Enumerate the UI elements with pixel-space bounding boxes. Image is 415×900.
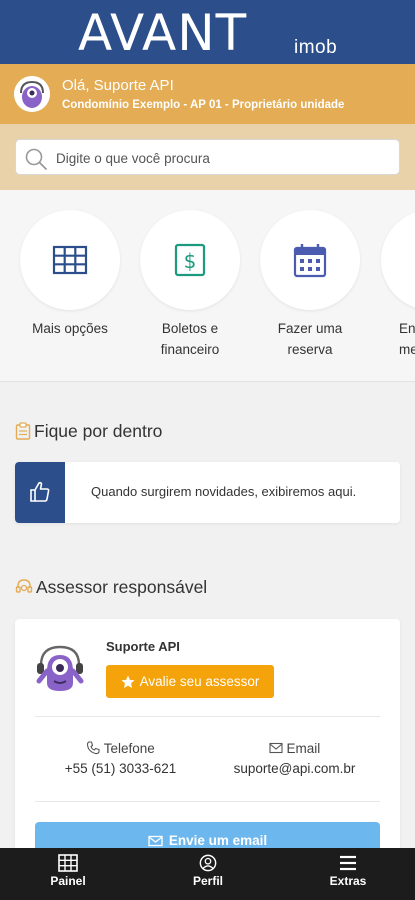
nav-label: Extras [329,874,367,888]
envelope-icon [269,742,283,754]
logo-brand: AVANT [78,4,248,62]
rate-advisor-button[interactable]: Avalie seu assessor [106,665,274,698]
advisor-email[interactable]: Email suporte@api.com.br [207,739,382,779]
search-area [0,124,415,190]
email-label-row: Email [207,739,382,759]
news-title-text: Fique por dentro [34,421,163,441]
divider [35,716,380,717]
phone-label-row: Telefone [33,739,208,759]
phone-icon [87,741,100,755]
shortcut-reservation[interactable]: Fazer uma reserva [260,210,360,360]
headset-icon [15,579,33,593]
user-unit-details: Condomínio Exemplo - AP 01 - Proprietári… [62,99,345,111]
shortcut-label: En me [399,321,415,357]
news-card: Quando surgirem novidades, exibiremos aq… [15,462,400,523]
advisor-avatar [36,645,84,691]
news-section-title: Fique por dentro [15,421,162,442]
star-icon [121,675,135,688]
calendar-icon [293,244,327,278]
shortcut-more[interactable]: En me [381,210,415,360]
news-card-side [15,462,65,523]
user-greeting: Olá, Suporte API [62,77,174,94]
search-icon [25,148,47,170]
bottom-navigation: Painel Perfil Extras [0,848,415,900]
advisor-section-title: Assessor responsável [15,577,207,598]
shortcut-more-options[interactable]: Mais opções [20,210,120,339]
email-label: Email [286,741,321,756]
clipboard-icon [15,422,31,440]
app-header: AVANT imob [0,0,415,64]
shortcut-billing[interactable]: $ Boletos e financeiro [140,210,240,360]
user-bar: Olá, Suporte API Condomínio Exemplo - AP… [0,64,415,124]
grid-icon [52,245,88,275]
nav-perfil[interactable]: Perfil [158,854,258,888]
send-email-label: Envie um email [168,833,268,848]
phone-label: Telefone [103,741,155,756]
email-value: suporte@api.com.br [233,761,356,776]
user-icon [199,854,217,872]
search-input[interactable] [56,146,386,170]
search-box[interactable] [15,139,400,175]
advisor-title-text: Assessor responsável [36,577,208,597]
nav-label: Perfil [192,874,223,888]
rate-advisor-label: Avalie seu assessor [139,674,260,689]
nav-painel[interactable]: Painel [18,854,118,888]
menu-icon [340,855,356,871]
divider [35,801,380,802]
advisor-name: Suporte API [106,639,180,654]
envelope-icon [148,835,163,846]
thumbs-up-icon [30,481,50,502]
shortcut-label: Fazer uma reserva [277,321,343,357]
news-empty-text: Quando surgirem novidades, exibiremos aq… [91,484,357,499]
dollar-icon: $ [174,243,206,277]
shortcut-label: Mais opções [32,321,108,336]
grid-icon [58,854,78,872]
shortcuts-carousel[interactable]: Mais opções $ Boletos e financeiro Fazer… [0,190,415,382]
shortcut-label: Boletos e financeiro [160,321,220,357]
avatar[interactable] [14,76,50,112]
avant-logo: AVANT imob [78,4,340,62]
phone-value: +55 (51) 3033-621 [64,761,177,776]
nav-label: Painel [50,874,86,888]
svg-text:$: $ [184,249,197,273]
advisor-phone[interactable]: Telefone +55 (51) 3033-621 [33,739,208,779]
nav-extras[interactable]: Extras [298,854,398,888]
advisor-card: Suporte API Avalie seu assessor Telefone… [15,619,400,859]
logo-sub: imob [294,37,338,58]
